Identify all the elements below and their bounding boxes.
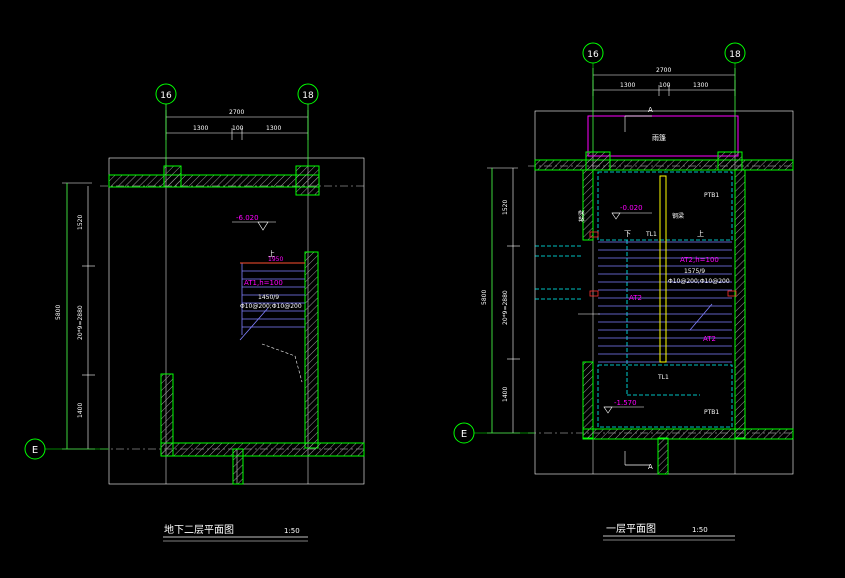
right-bottom-wall	[582, 428, 794, 440]
right-section-mark-top: A	[648, 106, 653, 114]
right-beam-tag-bottom: PTB1	[704, 409, 719, 416]
left-left-stub	[160, 373, 174, 457]
right-beam-tag-top: PTB1	[704, 192, 719, 199]
right-right-wall	[734, 169, 746, 439]
right-dim-side-2: 20*9=2880	[502, 290, 509, 325]
right-yellow-beam	[659, 175, 667, 363]
left-dim-part-1: 1300	[193, 125, 208, 132]
left-stair	[239, 262, 305, 341]
left-dim-part-2: 100	[232, 125, 244, 132]
right-dim-part-2: 100	[659, 82, 671, 89]
left-top-col-l	[163, 165, 182, 188]
left-axis-18-label: 18	[302, 91, 314, 101]
right-at-low: AT2	[703, 335, 716, 343]
right-at-mid: AT2	[629, 294, 642, 302]
right-top-col-l	[585, 151, 611, 171]
right-down-label: 下	[624, 230, 631, 238]
right-stair-spec: 1575/9	[684, 268, 705, 275]
right-axis-e-label: E	[461, 429, 467, 440]
left-title: 地下二层平面图	[164, 523, 234, 536]
right-left-wall-lower	[582, 361, 594, 439]
left-stair-tag: AT1,h=100	[244, 279, 283, 287]
left-top-col-r	[295, 165, 320, 196]
right-stair-rebar: Φ10@200;Φ10@200	[668, 278, 730, 285]
right-bottom-stub	[657, 437, 669, 475]
right-axis-16-label: 16	[587, 50, 599, 60]
right-dim-part-1: 1300	[620, 82, 635, 89]
right-up-label: 上	[697, 229, 704, 238]
right-side-label: 钢梁	[672, 212, 684, 220]
right-plan: A 雨篷 -0.020 -1.570 PTB1 PTB1 钢梁 梯梁 下 上 T…	[453, 42, 794, 541]
left-axis-16-label: 16	[160, 91, 172, 101]
left-stair-rebar: Φ10@200;Φ10@200	[240, 303, 302, 310]
left-dim-side-1: 1520	[77, 215, 84, 230]
left-axis-e-label: E	[32, 445, 38, 456]
left-dim-total-side: 5800	[55, 305, 62, 320]
right-top-wall	[534, 159, 794, 171]
right-dim-part-3: 1300	[693, 82, 708, 89]
left-scale: 1:50	[284, 527, 300, 535]
left-bottom-wall	[160, 442, 365, 457]
left-right-wall	[304, 251, 319, 449]
left-elevation-text: -6.020	[236, 214, 259, 222]
right-dim-side-1: 1520	[502, 200, 509, 215]
right-top-col-r	[717, 151, 743, 171]
right-vert-label: 梯梁	[578, 210, 586, 222]
left-stair-spec: 1450/9	[258, 294, 279, 301]
right-title: 一层平面图	[606, 523, 656, 535]
right-left-wall-upper	[582, 169, 594, 241]
left-stair-note: 1950	[268, 256, 283, 263]
right-elev-bottom: -1.570	[614, 399, 637, 407]
cad-drawing: -6.020 上 1950 AT1,h=100 1450/9 Φ10@200;Φ…	[24, 42, 794, 542]
left-dim-side-3: 1400	[77, 403, 84, 418]
left-top-wall	[108, 174, 320, 188]
right-dim-side-3: 1400	[502, 387, 509, 402]
left-bottom-stub	[232, 448, 244, 485]
right-section-mark-bottom: A	[648, 463, 653, 471]
right-stair-tag: AT2,h=100	[680, 256, 719, 264]
left-elevation-mark	[232, 221, 276, 231]
left-outer-frame	[108, 157, 365, 485]
right-tl-bottom: TL1	[657, 374, 669, 381]
right-dim-total-top: 2700	[656, 67, 671, 74]
left-plan: -6.020 上 1950 AT1,h=100 1450/9 Φ10@200;Φ…	[24, 83, 365, 542]
left-dim-side-2: 20*9=2880	[77, 305, 84, 340]
left-dim-total-top: 2700	[229, 109, 244, 116]
right-dim-total-side: 5800	[481, 290, 488, 305]
right-scale: 1:50	[692, 526, 708, 534]
left-dim-part-3: 1300	[266, 125, 281, 132]
right-canopy-label: 雨篷	[652, 133, 666, 142]
left-break-line-2	[294, 355, 303, 383]
right-axis-18-label: 18	[729, 50, 741, 60]
right-elev-top: -0.020	[620, 204, 643, 212]
left-break-line	[261, 343, 296, 357]
right-tl-top: TL1	[645, 231, 657, 238]
